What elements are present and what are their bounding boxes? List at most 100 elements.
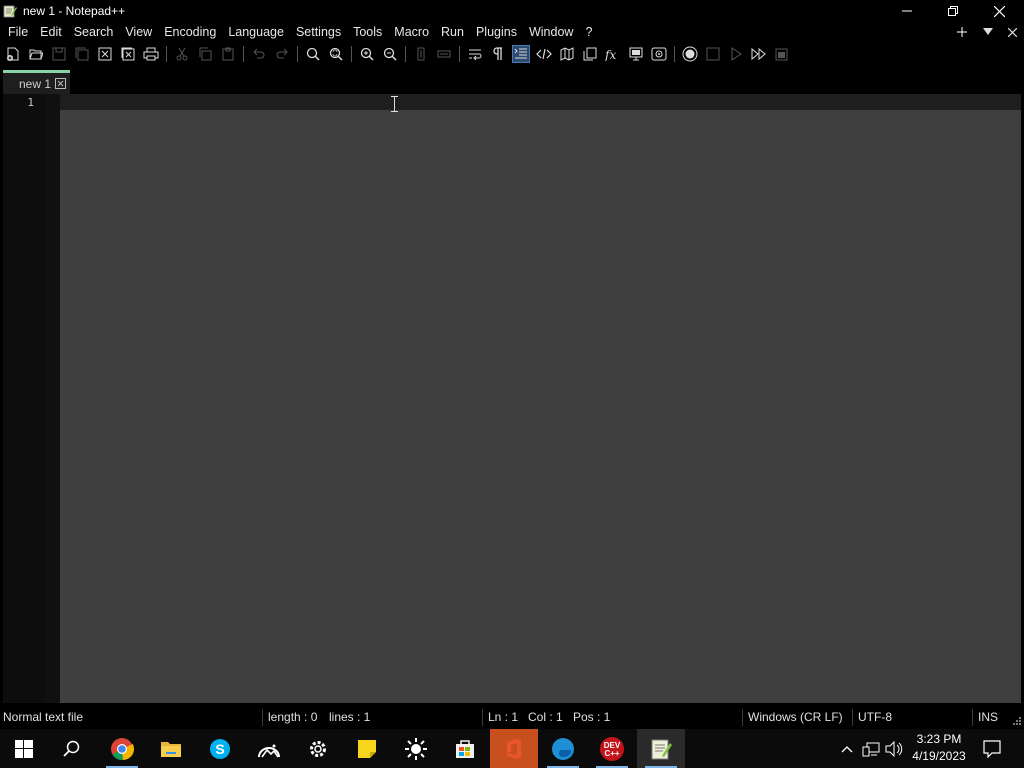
sticky-notes-icon (358, 739, 376, 758)
user-defined-language-button[interactable] (535, 45, 553, 63)
fold-margin[interactable] (45, 94, 60, 703)
taskbar-edge[interactable] (539, 729, 587, 768)
map-icon (560, 47, 574, 61)
taskbar-chrome[interactable] (98, 729, 146, 768)
taskbar-skype[interactable]: S (196, 729, 244, 768)
clock[interactable]: 3:23 PM 4/19/2023 (906, 731, 972, 765)
taskbar-office[interactable] (490, 729, 538, 768)
tab-close-icon[interactable] (55, 78, 67, 89)
cut-button (173, 45, 191, 63)
toolbar-separator (297, 46, 298, 62)
show-hidden-icons-button[interactable] (838, 729, 856, 768)
dropdown-arrow-icon (983, 28, 993, 35)
menu-window[interactable]: Window (523, 22, 579, 42)
undo-button (250, 45, 268, 63)
taskbar-brightness-app[interactable] (392, 729, 440, 768)
network-tray-button[interactable] (860, 729, 882, 768)
menu-encoding[interactable]: Encoding (158, 22, 222, 42)
chevron-up-icon (841, 745, 853, 752)
clock-date: 4/19/2023 (912, 749, 966, 763)
indent-guide-button[interactable] (512, 45, 530, 63)
search-icon (63, 740, 80, 757)
microsoft-store-icon (456, 739, 474, 758)
taskbar-search-button[interactable] (48, 729, 96, 768)
menu-file[interactable]: File (0, 22, 34, 42)
monitor-icon (629, 47, 643, 61)
status-encoding[interactable]: UTF-8 (858, 706, 892, 729)
svg-text:S: S (215, 741, 224, 757)
start-button[interactable] (0, 729, 48, 768)
start-recording-button[interactable] (681, 45, 699, 63)
status-lines: lines : 1 (329, 710, 371, 724)
close-document-button[interactable] (1002, 22, 1022, 42)
document-map-button[interactable] (558, 45, 576, 63)
monitoring-button[interactable] (650, 45, 668, 63)
open-file-button[interactable] (27, 45, 45, 63)
resize-grip-icon[interactable] (1012, 716, 1022, 726)
cpp-label: C++ (604, 749, 619, 758)
word-wrap-button[interactable] (466, 45, 484, 63)
status-eol-format[interactable]: Windows (CR LF) (748, 706, 843, 729)
menu-tools[interactable]: Tools (347, 22, 388, 42)
restore-button[interactable] (930, 0, 976, 22)
status-separator (972, 709, 973, 726)
run-macro-multiple-button[interactable] (750, 45, 768, 63)
menu-bar: File Edit Search View Encoding Language … (0, 22, 1024, 42)
text-area[interactable] (60, 94, 1021, 703)
status-insert-mode[interactable]: INS (978, 706, 998, 729)
taskbar-file-explorer[interactable] (147, 729, 195, 768)
sync-horizontal-scroll-button (435, 45, 453, 63)
photos-icon (258, 744, 280, 757)
stop-icon (706, 47, 720, 61)
taskbar-sticky-notes[interactable] (343, 729, 391, 768)
toolbar-separator (674, 46, 675, 62)
menu-settings[interactable]: Settings (290, 22, 347, 42)
document-list-button[interactable] (581, 45, 599, 63)
restore-icon (948, 6, 958, 16)
menu-macro[interactable]: Macro (388, 22, 435, 42)
volume-tray-button[interactable] (884, 729, 904, 768)
folder-as-workspace-button[interactable] (627, 45, 645, 63)
taskbar-microsoft-store[interactable] (441, 729, 489, 768)
skype-icon: S (210, 738, 230, 759)
menu-edit[interactable]: Edit (34, 22, 68, 42)
new-file-button[interactable] (4, 45, 22, 63)
menu-run[interactable]: Run (435, 22, 470, 42)
print-button[interactable] (142, 45, 160, 63)
menu-help[interactable]: ? (579, 22, 598, 42)
notepad-plus-plus-icon (3, 5, 17, 18)
action-center-button[interactable] (980, 729, 1004, 768)
tab-new-1[interactable]: new 1 (3, 70, 70, 94)
edge-icon (552, 737, 574, 760)
zoom-in-button[interactable] (358, 45, 376, 63)
taskbar-photos[interactable] (245, 729, 293, 768)
menu-language[interactable]: Language (222, 22, 290, 42)
menu-view[interactable]: View (119, 22, 158, 42)
tab-list-button[interactable] (978, 22, 998, 42)
line-number: 1 (27, 96, 34, 109)
menu-plugins[interactable]: Plugins (470, 22, 523, 42)
close-file-button[interactable] (96, 45, 114, 63)
replace-icon (329, 47, 343, 61)
close-all-button[interactable] (119, 45, 137, 63)
status-position: Pos : 1 (573, 710, 611, 724)
status-separator (742, 709, 743, 726)
new-tab-button[interactable] (952, 22, 972, 42)
save-button (50, 45, 68, 63)
notification-icon (983, 739, 1001, 758)
taskbar-notepad-plus-plus[interactable] (637, 729, 685, 768)
taskbar-dev-cpp[interactable]: DEV C++ (588, 729, 636, 768)
replace-button[interactable] (327, 45, 345, 63)
function-list-button[interactable]: fx (604, 45, 622, 63)
i-beam-cursor-icon (391, 96, 398, 112)
minimize-button[interactable] (884, 0, 930, 22)
status-separator (482, 709, 483, 726)
eye-monitor-icon (651, 47, 667, 61)
settings-gear-icon (310, 740, 326, 757)
menu-search[interactable]: Search (68, 22, 120, 42)
find-button[interactable] (304, 45, 322, 63)
show-all-characters-button[interactable] (489, 45, 507, 63)
zoom-out-button[interactable] (381, 45, 399, 63)
taskbar-settings[interactable] (294, 729, 342, 768)
close-button[interactable] (976, 0, 1022, 22)
